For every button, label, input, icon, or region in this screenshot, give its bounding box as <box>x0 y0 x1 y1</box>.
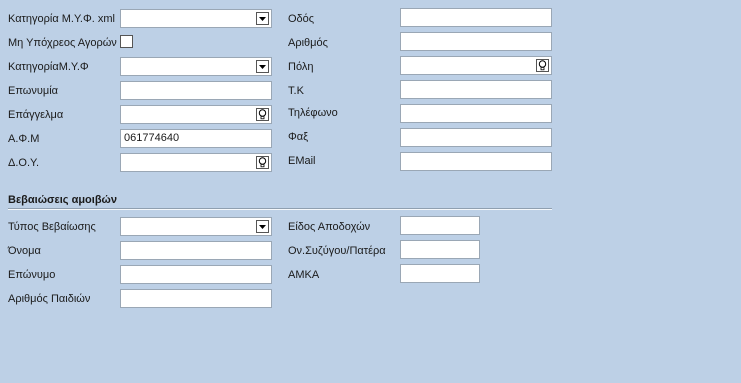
poli-lookup[interactable] <box>400 56 552 75</box>
eponymo-input[interactable] <box>120 265 272 284</box>
label-eponymia: Επωνυμία <box>8 85 59 97</box>
afm-input[interactable]: 061774640 <box>120 129 272 148</box>
section-title: Βεβαιώσεις αμοιβών <box>8 194 117 206</box>
email-input[interactable] <box>400 152 552 171</box>
label-fax: Φαξ <box>288 131 309 143</box>
odos-input[interactable] <box>400 8 552 27</box>
fax-input[interactable] <box>400 128 552 147</box>
label-onoma: Όνομα <box>8 245 41 257</box>
tilefono-input[interactable] <box>400 104 552 123</box>
epaggelma-lookup[interactable] <box>120 105 272 124</box>
chevron-down-icon[interactable] <box>256 12 269 25</box>
mi-ypoxreos-checkbox[interactable] <box>120 35 133 48</box>
kategoria-myf-xml-select[interactable] <box>120 9 272 28</box>
label-doy: Δ.Ο.Υ. <box>8 157 40 169</box>
label-eponymo: Επώνυμο <box>8 269 56 281</box>
label-email: EMail <box>288 155 316 167</box>
arithmos-paidion-input[interactable] <box>120 289 272 308</box>
eponymia-input[interactable] <box>120 81 272 100</box>
section-divider <box>8 208 552 210</box>
chevron-down-icon[interactable] <box>256 220 269 233</box>
tk-input[interactable] <box>400 80 552 99</box>
label-arithmos: Αριθμός <box>288 37 328 49</box>
doy-lookup[interactable] <box>120 153 272 172</box>
label-eidos-apodoxon: Είδος Αποδοχών <box>288 221 371 233</box>
label-arithmos-paidion: Αριθμός Παιδιών <box>8 293 91 305</box>
label-epaggelma: Επάγγελμα <box>8 109 64 121</box>
arithmos-input[interactable] <box>400 32 552 51</box>
typos-vevaiosis-select[interactable] <box>120 217 272 236</box>
chevron-down-icon[interactable] <box>256 60 269 73</box>
lightbulb-icon[interactable] <box>256 108 269 121</box>
label-poli: Πόλη <box>288 61 314 73</box>
label-typos-vevaiosis: Τύπος Βεβαίωσης <box>8 221 96 233</box>
label-mi-ypoxreos: Μη Υπόχρεος Αγορών <box>8 37 117 49</box>
label-kategoria-myf: ΚατηγορίαΜ.Υ.Φ <box>8 61 89 73</box>
label-kategoria-myf-xml: Κατηγορία Μ.Υ.Φ. xml <box>8 13 115 25</box>
amka-input[interactable] <box>400 264 480 283</box>
onoma-input[interactable] <box>120 241 272 260</box>
lightbulb-icon[interactable] <box>536 59 549 72</box>
label-amka: ΑΜΚΑ <box>288 269 320 281</box>
on-syzygou-input[interactable] <box>400 240 480 259</box>
label-odos: Οδός <box>288 13 315 25</box>
eidos-apodoxon-input[interactable] <box>400 216 480 235</box>
kategoria-myf-select[interactable] <box>120 57 272 76</box>
label-on-syzygou: Ον.Συζύγου/Πατέρα <box>288 245 386 257</box>
lightbulb-icon[interactable] <box>256 156 269 169</box>
label-afm: Α.Φ.Μ <box>8 133 40 145</box>
label-tk: Τ.Κ <box>288 85 304 97</box>
label-tilefono: Τηλέφωνο <box>288 107 338 119</box>
